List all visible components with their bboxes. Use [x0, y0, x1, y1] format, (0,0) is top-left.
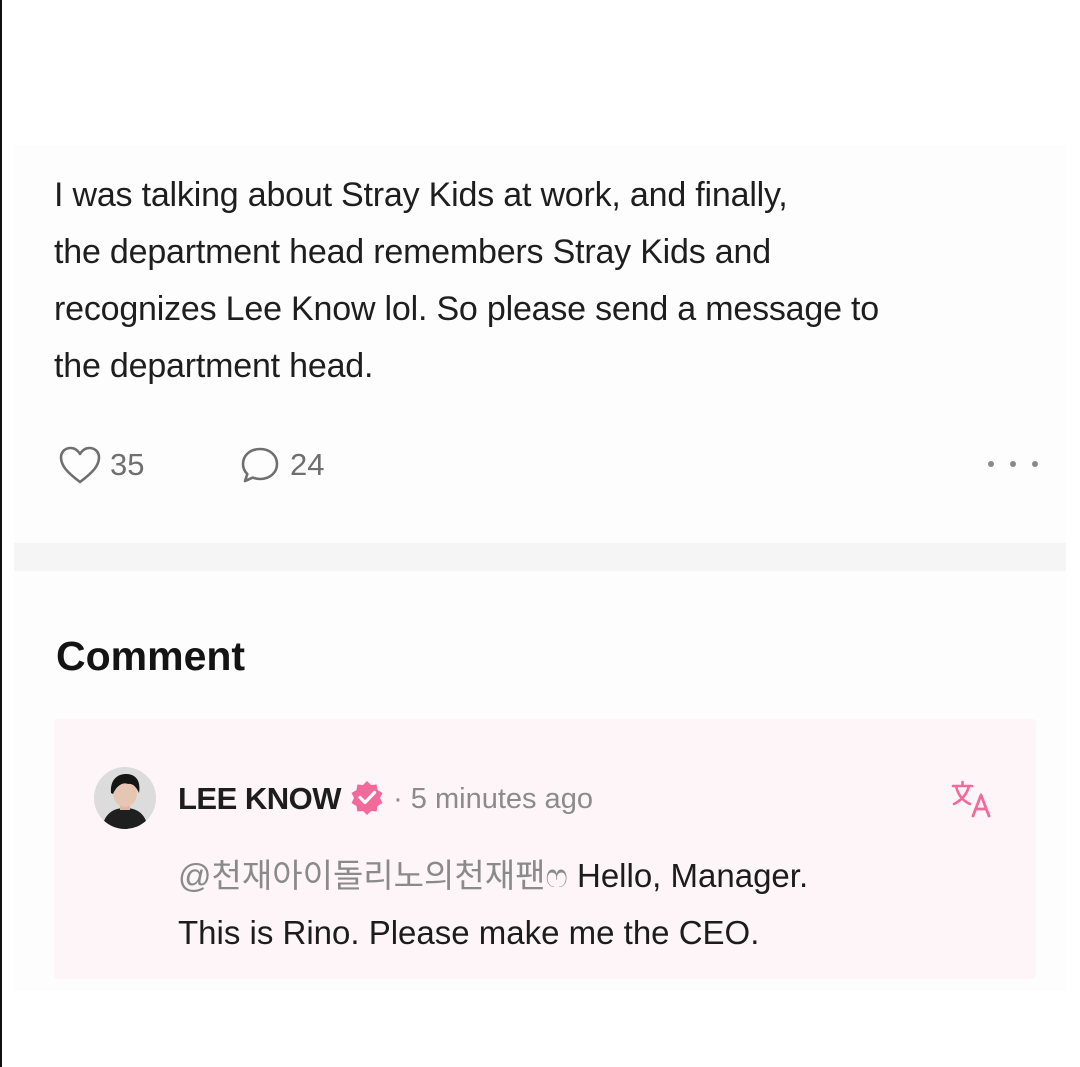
comment-time: · 5 minutes ago	[393, 782, 593, 815]
comment-button[interactable]: 24	[238, 443, 324, 487]
speech-bubble-icon	[241, 447, 279, 483]
post-body-text: I was talking about Stray Kids at work, …	[54, 176, 880, 385]
avatar[interactable]	[94, 767, 156, 829]
comment-text-line-2: This is Rino. Please make me the CEO.	[178, 914, 760, 951]
verified-badge-icon	[349, 779, 385, 820]
heart-icon	[59, 446, 101, 484]
comment-mention[interactable]: @천재아이돌리노의천재팬ෆ	[178, 857, 568, 894]
comment-author[interactable]: LEE KNOW	[178, 781, 342, 817]
profile-photo-icon	[94, 767, 156, 829]
dot	[1010, 461, 1016, 467]
left-frame-edge	[0, 0, 2, 1067]
comments-section: Comment LEE KNOW · 5 minutes ago @천재아이돌리…	[14, 571, 1066, 991]
dot	[988, 461, 994, 467]
like-count: 35	[110, 447, 145, 482]
post-actions-bar: 35 24	[58, 443, 1038, 487]
dot	[1032, 461, 1038, 467]
like-button[interactable]: 35	[58, 443, 144, 487]
more-options-icon[interactable]	[988, 449, 1038, 479]
translate-icon[interactable]	[950, 779, 994, 824]
comment-text-line-1: Hello, Manager.	[567, 857, 809, 894]
comment-count: 24	[290, 447, 325, 482]
comments-title: Comment	[56, 633, 246, 679]
comment-header: LEE KNOW · 5 minutes ago	[178, 777, 593, 821]
comment-item: LEE KNOW · 5 minutes ago @천재아이돌리노의천재팬ෆ H…	[54, 719, 1036, 979]
post-card: I was talking about Stray Kids at work, …	[14, 145, 1066, 543]
section-divider	[14, 543, 1066, 571]
comment-body: @천재아이돌리노의천재팬ෆ Hello, Manager. This is Ri…	[178, 847, 1018, 961]
